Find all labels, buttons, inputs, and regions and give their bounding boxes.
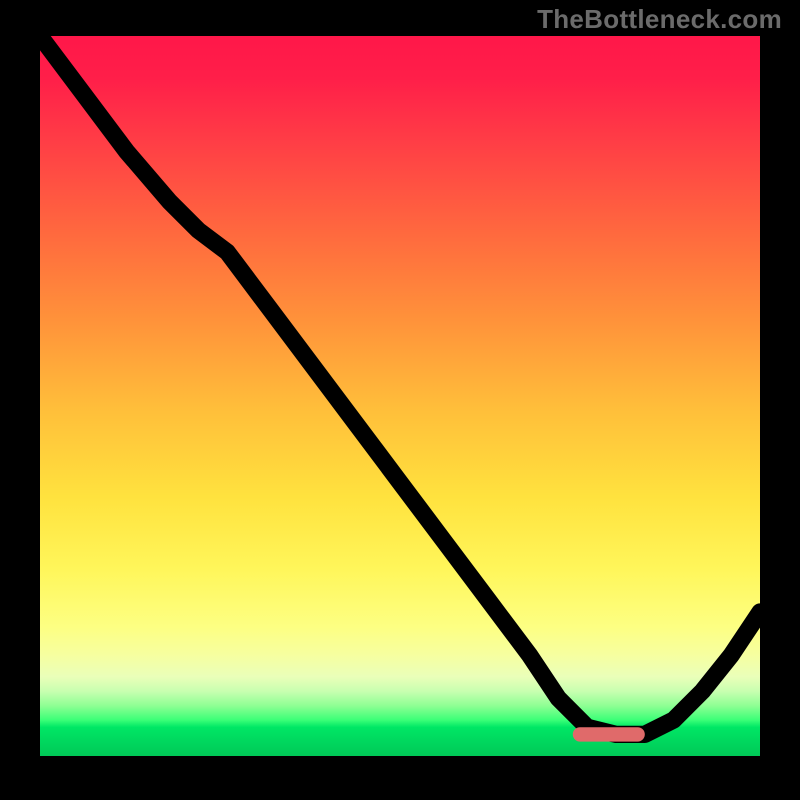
plot-area — [40, 36, 760, 756]
optimal-marker — [573, 727, 645, 741]
watermark-text: TheBottleneck.com — [537, 4, 782, 35]
bottleneck-curve — [40, 36, 760, 734]
chart-frame: TheBottleneck.com — [0, 0, 800, 800]
plot-svg — [40, 36, 760, 756]
